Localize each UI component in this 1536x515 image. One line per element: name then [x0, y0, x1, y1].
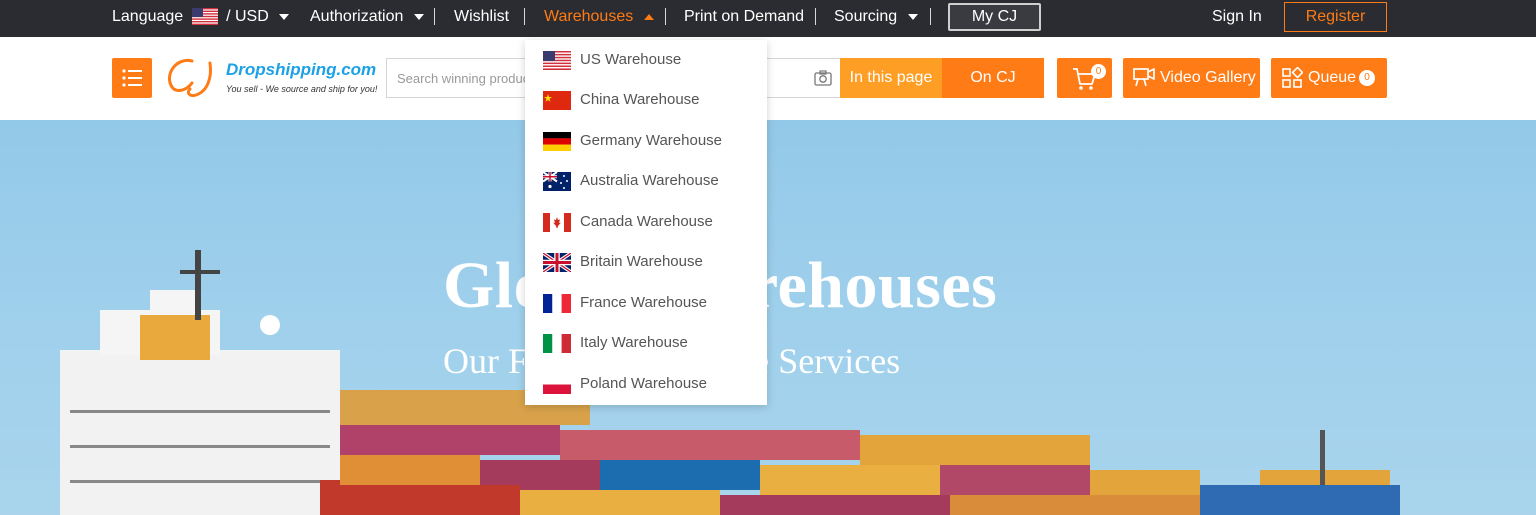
us-flag-icon — [543, 51, 571, 70]
queue-grid-icon — [1282, 67, 1303, 88]
china-flag-icon — [543, 91, 571, 110]
canada-flag-icon — [543, 213, 571, 232]
dropdown-item-label: China Warehouse — [580, 91, 700, 108]
dropdown-item-us-warehouse[interactable]: US Warehouse — [525, 40, 767, 80]
authorization-menu[interactable]: Authorization — [310, 0, 424, 33]
dropdown-item-china-warehouse[interactable]: China Warehouse — [525, 80, 767, 120]
australia-flag-icon — [543, 172, 571, 191]
us-flag-icon — [191, 8, 218, 26]
my-cj-button[interactable]: My CJ — [948, 3, 1041, 31]
camera-icon[interactable] — [814, 70, 832, 86]
divider — [930, 8, 931, 25]
sourcing-label: Sourcing — [834, 8, 898, 25]
cj-logo-icon — [168, 58, 212, 97]
logo-brand-text: Dropshipping — [226, 60, 337, 79]
sign-in-link[interactable]: Sign In — [1212, 0, 1262, 33]
dropdown-item-france-warehouse[interactable]: France Warehouse — [525, 283, 767, 323]
divider — [815, 8, 816, 25]
language-selector[interactable]: Language / USD — [112, 0, 290, 33]
authorization-label: Authorization — [310, 8, 404, 25]
video-gallery-icon — [1133, 68, 1155, 87]
sourcing-menu[interactable]: Sourcing — [834, 0, 918, 33]
warehouses-menu[interactable]: Warehouses — [544, 0, 654, 33]
dropdown-item-label: Canada Warehouse — [580, 213, 713, 230]
queue-button[interactable]: Queue 0 — [1271, 58, 1387, 98]
poland-flag-icon — [543, 375, 571, 394]
wishlist-label: Wishlist — [454, 8, 510, 25]
divider — [665, 8, 666, 25]
top-navigation-bar: Language / USD Authorization Wishlist Wa… — [0, 0, 1536, 37]
hero-banner: Global Warehouses Our Fast and Effective… — [0, 120, 1536, 515]
currency-label: / USD — [226, 8, 269, 25]
register-button[interactable]: Register — [1284, 2, 1387, 32]
queue-label: Queue — [1308, 69, 1357, 86]
sign-in-label: Sign In — [1212, 8, 1262, 25]
site-header: Dropshipping.com You sell - We source an… — [0, 37, 1536, 120]
list-icon — [122, 69, 142, 87]
dropdown-item-australia-warehouse[interactable]: Australia Warehouse — [525, 161, 767, 201]
chevron-down-icon — [907, 13, 918, 20]
site-logo[interactable]: Dropshipping.com You sell - We source an… — [162, 53, 382, 103]
logo-tagline: You sell - We source and ship for you! — [226, 84, 378, 94]
dropdown-item-label: Australia Warehouse — [580, 172, 719, 189]
dropdown-item-label: Italy Warehouse — [580, 334, 688, 351]
search-in-this-page-button[interactable]: In this page — [840, 58, 942, 98]
cart-button[interactable]: 0 — [1057, 58, 1112, 98]
dropdown-item-poland-warehouse[interactable]: Poland Warehouse — [525, 364, 767, 404]
dropdown-item-label: Poland Warehouse — [580, 375, 708, 392]
cart-icon — [1073, 68, 1096, 90]
chevron-up-icon — [643, 13, 654, 20]
video-gallery-label: Video Gallery — [1160, 69, 1256, 86]
queue-count-badge: 0 — [1359, 70, 1375, 86]
dropdown-item-label: Britain Warehouse — [580, 253, 703, 270]
dropdown-item-label: Germany Warehouse — [580, 132, 723, 149]
print-on-demand-link[interactable]: Print on Demand — [684, 0, 804, 33]
wishlist-link[interactable]: Wishlist — [454, 0, 509, 33]
logo-wordmark: Dropshipping.com — [226, 60, 376, 80]
category-menu-button[interactable] — [112, 58, 152, 98]
dropdown-item-label: US Warehouse — [580, 51, 682, 68]
dropdown-item-germany-warehouse[interactable]: Germany Warehouse — [525, 121, 767, 161]
cart-count-badge: 0 — [1091, 64, 1106, 79]
search-on-cj-button[interactable]: On CJ — [942, 58, 1044, 98]
dropdown-item-label: France Warehouse — [580, 294, 708, 311]
divider — [434, 8, 435, 25]
chevron-down-icon — [279, 13, 290, 20]
chevron-down-icon — [413, 13, 424, 20]
italy-flag-icon — [543, 334, 571, 353]
dropdown-item-canada-warehouse[interactable]: Canada Warehouse — [525, 202, 767, 242]
divider — [524, 8, 525, 25]
dropdown-item-britain-warehouse[interactable]: Britain Warehouse — [525, 242, 767, 282]
france-flag-icon — [543, 294, 571, 313]
dropdown-item-italy-warehouse[interactable]: Italy Warehouse — [525, 323, 767, 363]
britain-flag-icon — [543, 253, 571, 272]
language-label: Language — [112, 8, 184, 25]
video-gallery-button[interactable]: Video Gallery — [1123, 58, 1260, 98]
print-on-demand-label: Print on Demand — [684, 8, 805, 25]
logo-domain-text: .com — [336, 60, 377, 79]
germany-flag-icon — [543, 132, 571, 151]
warehouses-label: Warehouses — [544, 8, 634, 25]
warehouses-dropdown: US Warehouse China Warehouse Germany War… — [525, 40, 767, 405]
